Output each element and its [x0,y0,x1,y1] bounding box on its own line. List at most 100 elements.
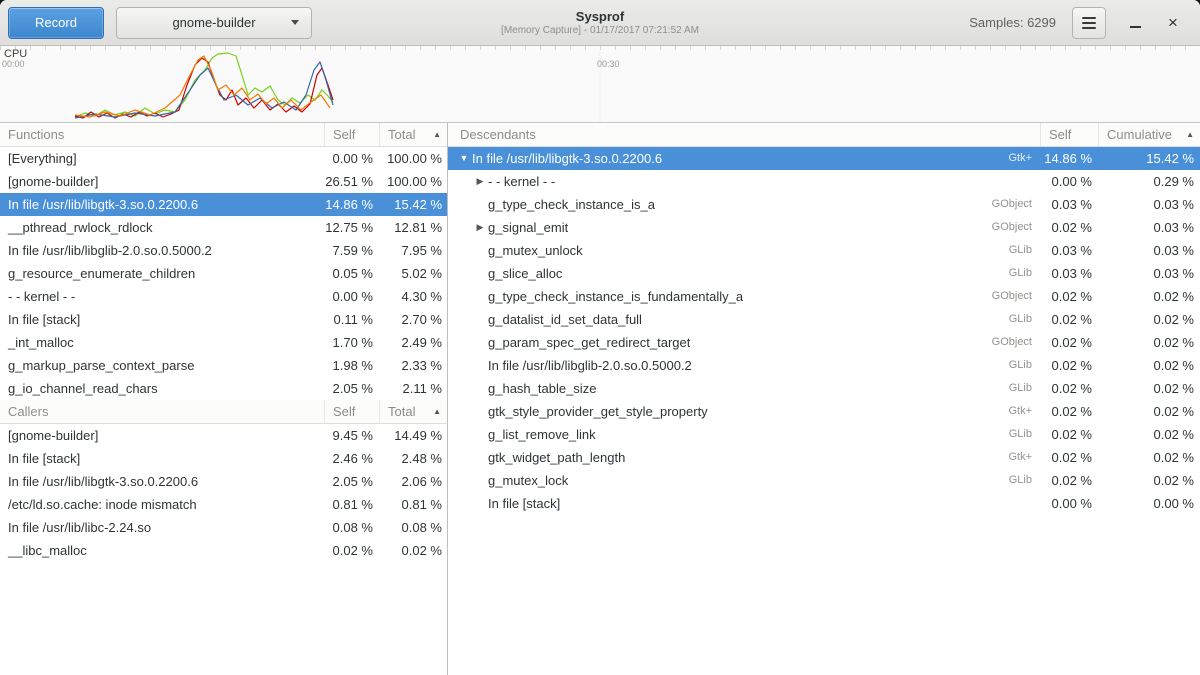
category-label: GLib [1001,239,1040,262]
expander-slot [472,492,488,515]
expander-slot [472,239,488,262]
category-label: GLib [1001,423,1040,446]
descendants-cumulative-column-header[interactable]: Cumulative ▲ [1098,123,1200,146]
callers-column-header[interactable]: Callers [0,400,324,423]
self-value: 0.02 % [1040,423,1098,446]
functions-table-row[interactable]: In file /usr/lib/libgtk-3.so.0.2200.614.… [0,193,447,216]
function-name: g_param_spec_get_redirect_target [488,331,690,354]
function-name: - - kernel - - [488,170,555,193]
total-value: 2.33 % [379,354,447,377]
callers-table-row[interactable]: In file /usr/lib/libc-2.24.so0.08 %0.08 … [0,516,447,539]
function-name: [gnome-builder] [0,424,324,447]
self-value: 1.70 % [324,331,379,354]
callers-self-column-header[interactable]: Self [324,400,379,423]
functions-table-row[interactable]: [Everything]0.00 %100.00 % [0,147,447,170]
total-value: 2.48 % [379,447,447,470]
descendants-table-row[interactable]: g_type_check_instance_is_aGObject0.03 %0… [448,193,1200,216]
expander-icon[interactable]: ▶ [472,216,488,239]
self-value: 0.02 % [1040,308,1098,331]
function-name: In file [stack] [488,492,560,515]
functions-header-row: Functions Self Total ▲ [0,123,447,147]
descendants-table-row[interactable]: gtk_style_provider_get_style_propertyGtk… [448,400,1200,423]
functions-table-row[interactable]: g_resource_enumerate_children0.05 %5.02 … [0,262,447,285]
functions-table-row[interactable]: In file [stack]0.11 %2.70 % [0,308,447,331]
callers-table-row[interactable]: [gnome-builder]9.45 %14.49 % [0,424,447,447]
total-value: 0.08 % [379,516,447,539]
total-value: 100.00 % [379,147,447,170]
callers-total-column-header[interactable]: Total ▲ [379,400,447,423]
callers-table-row[interactable]: __libc_malloc0.02 %0.02 % [0,539,447,562]
expander-icon[interactable]: ▶ [472,170,488,193]
descendants-table-row[interactable]: gtk_widget_path_lengthGtk+0.02 %0.02 % [448,446,1200,469]
descendants-table-row[interactable]: g_mutex_unlockGLib0.03 %0.03 % [448,239,1200,262]
functions-table: [Everything]0.00 %100.00 %[gnome-builder… [0,147,447,400]
expander-icon[interactable]: ▼ [456,147,472,170]
total-value: 2.11 % [379,377,447,400]
self-value: 0.00 % [1040,170,1098,193]
total-value: 7.95 % [379,239,447,262]
descendants-table-row[interactable]: ▶g_signal_emitGObject0.02 %0.03 % [448,216,1200,239]
minimize-button[interactable] [1120,8,1150,38]
record-button[interactable]: Record [8,7,104,39]
self-value: 0.02 % [1040,400,1098,423]
functions-table-row[interactable]: g_io_channel_read_chars2.05 %2.11 % [0,377,447,400]
function-name: g_type_check_instance_is_a [488,193,655,216]
function-name: g_hash_table_size [488,377,596,400]
callers-table-row[interactable]: In file [stack]2.46 %2.48 % [0,447,447,470]
descendants-table-row[interactable]: g_hash_table_sizeGLib0.02 %0.02 % [448,377,1200,400]
function-name: In file /usr/lib/libgtk-3.so.0.2200.6 [0,193,324,216]
descendants-table-row[interactable]: g_slice_allocGLib0.03 %0.03 % [448,262,1200,285]
functions-table-row[interactable]: _int_malloc1.70 %2.49 % [0,331,447,354]
self-value: 0.02 % [1040,331,1098,354]
function-name: In file /usr/lib/libgtk-3.so.0.2200.6 [0,470,324,493]
category-label: GObject [984,285,1040,308]
expander-slot [472,262,488,285]
functions-total-column-header[interactable]: Total ▲ [379,123,447,146]
functions-table-row[interactable]: [gnome-builder]26.51 %100.00 % [0,170,447,193]
cumulative-value: 0.03 % [1098,216,1200,239]
functions-column-header[interactable]: Functions [0,123,324,146]
callers-table: [gnome-builder]9.45 %14.49 %In file [sta… [0,424,447,562]
descendants-column-header[interactable]: Descendants [448,123,1040,146]
chevron-down-icon [291,20,299,25]
descendants-table-row[interactable]: In file [stack]0.00 %0.00 % [448,492,1200,515]
self-value: 1.98 % [324,354,379,377]
descendants-self-column-header[interactable]: Self [1040,123,1098,146]
descendants-table-row[interactable]: g_param_spec_get_redirect_targetGObject0… [448,331,1200,354]
descendants-table-row[interactable]: g_list_remove_linkGLib0.02 %0.02 % [448,423,1200,446]
cpu-timeline-graph[interactable]: CPU 00:00 00:30 [0,46,1200,123]
function-name: __libc_malloc [0,539,324,562]
callers-table-row[interactable]: /etc/ld.so.cache: inode mismatch0.81 %0.… [0,493,447,516]
process-selector-dropdown[interactable]: gnome-builder [116,7,312,39]
cpu-series-green [75,53,333,117]
category-label: GObject [984,193,1040,216]
function-name: g_mutex_lock [488,469,568,492]
functions-table-row[interactable]: g_markup_parse_context_parse1.98 %2.33 % [0,354,447,377]
menu-button[interactable] [1072,7,1106,39]
descendants-table-row[interactable]: g_datalist_id_set_data_fullGLib0.02 %0.0… [448,308,1200,331]
function-name: __pthread_rwlock_rdlock [0,216,324,239]
time-tick-mid: 00:30 [597,59,620,69]
total-value: 15.42 % [379,193,447,216]
callers-table-row[interactable]: In file /usr/lib/libgtk-3.so.0.2200.62.0… [0,470,447,493]
self-value: 0.03 % [1040,262,1098,285]
functions-self-column-header[interactable]: Self [324,123,379,146]
function-name: In file /usr/lib/libgtk-3.so.0.2200.6 [472,147,662,170]
close-button[interactable]: × [1158,8,1188,38]
descendants-table-row[interactable]: ▼In file /usr/lib/libgtk-3.so.0.2200.6Gt… [448,147,1200,170]
total-value: 0.81 % [379,493,447,516]
functions-table-row[interactable]: - - kernel - -0.00 %4.30 % [0,285,447,308]
descendants-table-row[interactable]: g_type_check_instance_is_fundamentally_a… [448,285,1200,308]
descendants-table-row[interactable]: ▶- - kernel - -0.00 %0.29 % [448,170,1200,193]
self-value: 0.02 % [1040,216,1098,239]
descendants-table-row[interactable]: In file /usr/lib/libglib-2.0.so.0.5000.2… [448,354,1200,377]
function-name: - - kernel - - [0,285,324,308]
functions-table-row[interactable]: In file /usr/lib/libglib-2.0.so.0.5000.2… [0,239,447,262]
functions-table-row[interactable]: __pthread_rwlock_rdlock12.75 %12.81 % [0,216,447,239]
total-value: 12.81 % [379,216,447,239]
descendants-table-row[interactable]: g_mutex_lockGLib0.02 %0.02 % [448,469,1200,492]
category-label: GLib [1001,469,1040,492]
self-value: 0.03 % [1040,193,1098,216]
cumulative-value: 0.00 % [1098,492,1200,515]
function-name: g_list_remove_link [488,423,596,446]
